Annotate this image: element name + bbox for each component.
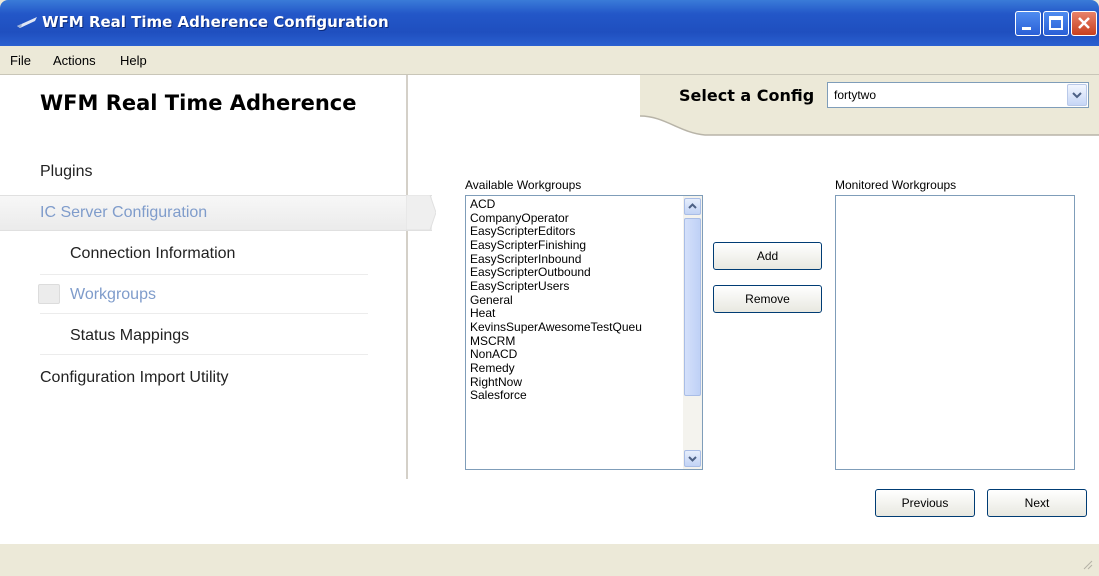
chevron-down-icon xyxy=(1072,92,1082,99)
remove-button[interactable]: Remove xyxy=(713,285,822,313)
scroll-thumb[interactable] xyxy=(684,218,701,396)
available-list-scrollbar[interactable] xyxy=(683,196,702,469)
close-button[interactable] xyxy=(1071,11,1097,36)
list-item[interactable]: EasyScripterFinishing xyxy=(470,238,642,253)
select-config-label: Select a Config xyxy=(679,86,815,105)
nav-ic-server-configuration[interactable]: IC Server Configuration xyxy=(40,204,207,222)
menu-help[interactable]: Help xyxy=(120,53,147,68)
minimize-button[interactable] xyxy=(1015,11,1041,36)
available-workgroups-list[interactable]: ACD CompanyOperator EasyScripterEditors Eas… xyxy=(465,195,703,470)
maximize-icon xyxy=(1049,16,1063,30)
previous-button[interactable]: Previous xyxy=(875,489,975,517)
list-item[interactable]: NonACD xyxy=(470,348,642,362)
nav-connection-information[interactable]: Connection Information xyxy=(70,245,235,263)
scroll-down-button[interactable] xyxy=(684,450,701,467)
list-item[interactable]: Remedy xyxy=(470,361,642,376)
nav-plugins[interactable]: Plugins xyxy=(40,163,92,181)
list-item[interactable]: General xyxy=(470,293,642,308)
main-panel: WFM Real Time Adherence Plugins IC Serve… xyxy=(0,74,1099,545)
selection-arrow xyxy=(406,195,436,231)
config-dropdown[interactable]: fortytwo xyxy=(827,82,1089,108)
nav-divider xyxy=(40,354,368,355)
list-item[interactable]: EasyScripterOutbound xyxy=(470,266,642,280)
scroll-up-button[interactable] xyxy=(684,198,701,215)
dropdown-button[interactable] xyxy=(1067,84,1087,106)
list-item[interactable]: KevinsSuperAwesomeTestQueu xyxy=(470,320,642,335)
window-title: WFM Real Time Adherence Configuration xyxy=(42,13,389,31)
list-item[interactable]: EasyScripterUsers xyxy=(470,279,642,294)
title-bar: WFM Real Time Adherence Configuration xyxy=(0,0,1099,46)
close-icon xyxy=(1078,17,1090,29)
sidebar-divider xyxy=(406,75,408,479)
chevron-down-icon xyxy=(688,456,697,462)
chevron-up-icon xyxy=(688,203,697,209)
maximize-button[interactable] xyxy=(1043,11,1069,36)
monitored-workgroups-label: Monitored Workgroups xyxy=(835,178,957,192)
resize-grip-icon[interactable] xyxy=(1081,558,1093,570)
add-button[interactable]: Add xyxy=(713,242,822,270)
list-item[interactable]: MSCRM xyxy=(470,334,642,349)
list-item[interactable]: Salesforce xyxy=(470,389,642,403)
config-dropdown-value: fortytwo xyxy=(834,88,877,102)
monitored-workgroups-list[interactable] xyxy=(835,195,1075,470)
list-item[interactable]: EasyScripterInbound xyxy=(470,252,642,267)
nav-divider xyxy=(40,274,368,275)
app-icon xyxy=(16,13,38,31)
list-item[interactable]: CompanyOperator xyxy=(470,211,642,226)
status-bar xyxy=(0,544,1099,576)
nav-status-mappings[interactable]: Status Mappings xyxy=(70,327,189,345)
nav-workgroups[interactable]: Workgroups xyxy=(70,286,156,304)
list-item[interactable]: ACD xyxy=(470,197,642,212)
menu-actions[interactable]: Actions xyxy=(53,53,96,68)
workgroups-selected-marker xyxy=(38,284,60,304)
nav-configuration-import-utility[interactable]: Configuration Import Utility xyxy=(40,369,229,387)
list-item[interactable]: Heat xyxy=(470,307,642,321)
available-workgroups-items: ACD CompanyOperator EasyScripterEditors Eas… xyxy=(470,197,642,403)
list-item[interactable]: EasyScripterEditors xyxy=(470,225,642,239)
list-item[interactable]: RightNow xyxy=(470,375,642,390)
next-button[interactable]: Next xyxy=(987,489,1087,517)
app-heading: WFM Real Time Adherence xyxy=(40,91,357,115)
available-workgroups-label: Available Workgroups xyxy=(465,178,582,192)
menu-file[interactable]: File xyxy=(10,53,31,68)
nav-divider xyxy=(40,313,368,314)
minimize-icon xyxy=(1022,27,1031,30)
menu-bar: File Actions Help xyxy=(0,46,1099,74)
